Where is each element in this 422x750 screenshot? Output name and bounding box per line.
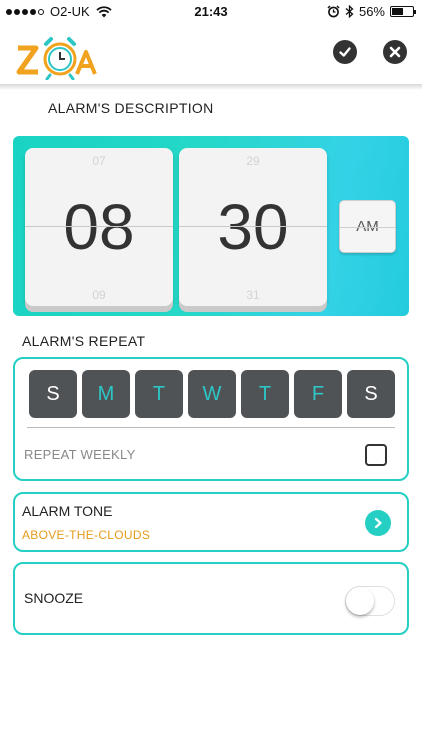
app-header (0, 24, 422, 84)
battery-fill (392, 8, 404, 15)
day-button-thursday[interactable]: T (241, 370, 289, 418)
battery-percent: 56% (358, 4, 385, 19)
repeat-card: S M T W T F S REPEAT WEEKLY (13, 357, 409, 481)
toggle-knob (346, 587, 374, 615)
flip-divider (25, 226, 173, 227)
bluetooth-icon (345, 5, 354, 18)
minute-value: 30 (217, 191, 289, 263)
alarm-tone-select-button[interactable] (365, 510, 391, 536)
hour-prev: 07 (92, 154, 106, 168)
snooze-card: SNOOZE (13, 562, 409, 635)
minute-picker[interactable]: 29 30 31 (179, 148, 327, 306)
header-shadow (0, 84, 422, 90)
close-button[interactable] (383, 40, 407, 64)
hour-picker[interactable]: 07 08 09 (25, 148, 173, 306)
checkmark-icon (339, 47, 351, 57)
minute-next: 31 (246, 288, 260, 302)
day-button-tuesday[interactable]: T (135, 370, 183, 418)
snooze-toggle[interactable] (345, 586, 395, 616)
day-button-wednesday[interactable]: W (188, 370, 236, 418)
hour-next: 09 (92, 288, 106, 302)
snooze-label: SNOOZE (24, 590, 84, 606)
day-button-monday[interactable]: M (82, 370, 130, 418)
divider (27, 427, 395, 428)
am-pm-toggle[interactable]: AM (339, 200, 396, 253)
alarm-tone-value: ABOVE-THE-CLOUDS (22, 528, 151, 542)
zoa-logo-icon (16, 37, 97, 80)
status-bar: O2-UK 21:43 56% (0, 0, 422, 24)
alarm-tone-title: ALARM TONE (22, 503, 113, 519)
minute-prev: 29 (246, 154, 260, 168)
battery-icon (390, 6, 416, 17)
time-picker: 07 08 09 29 30 31 AM (13, 136, 409, 316)
repeat-weekly-label: REPEAT WEEKLY (24, 447, 136, 462)
repeat-weekly-checkbox[interactable] (365, 444, 387, 466)
hour-value: 08 (63, 191, 135, 263)
chevron-right-icon (374, 517, 382, 529)
close-icon (389, 46, 401, 58)
alarm-repeat-label: ALARM'S REPEAT (22, 333, 146, 349)
flip-divider (179, 226, 327, 227)
day-selector: S M T W T F S (29, 370, 395, 418)
confirm-button[interactable] (333, 40, 357, 64)
alarm-clock-icon (327, 5, 340, 18)
alarm-tone-card[interactable]: ALARM TONE ABOVE-THE-CLOUDS (13, 492, 409, 552)
day-button-saturday[interactable]: S (347, 370, 395, 418)
alarm-description-label[interactable]: ALARM'S DESCRIPTION (48, 100, 214, 116)
day-button-friday[interactable]: F (294, 370, 342, 418)
status-right: 56% (327, 4, 416, 19)
day-button-sunday[interactable]: S (29, 370, 77, 418)
